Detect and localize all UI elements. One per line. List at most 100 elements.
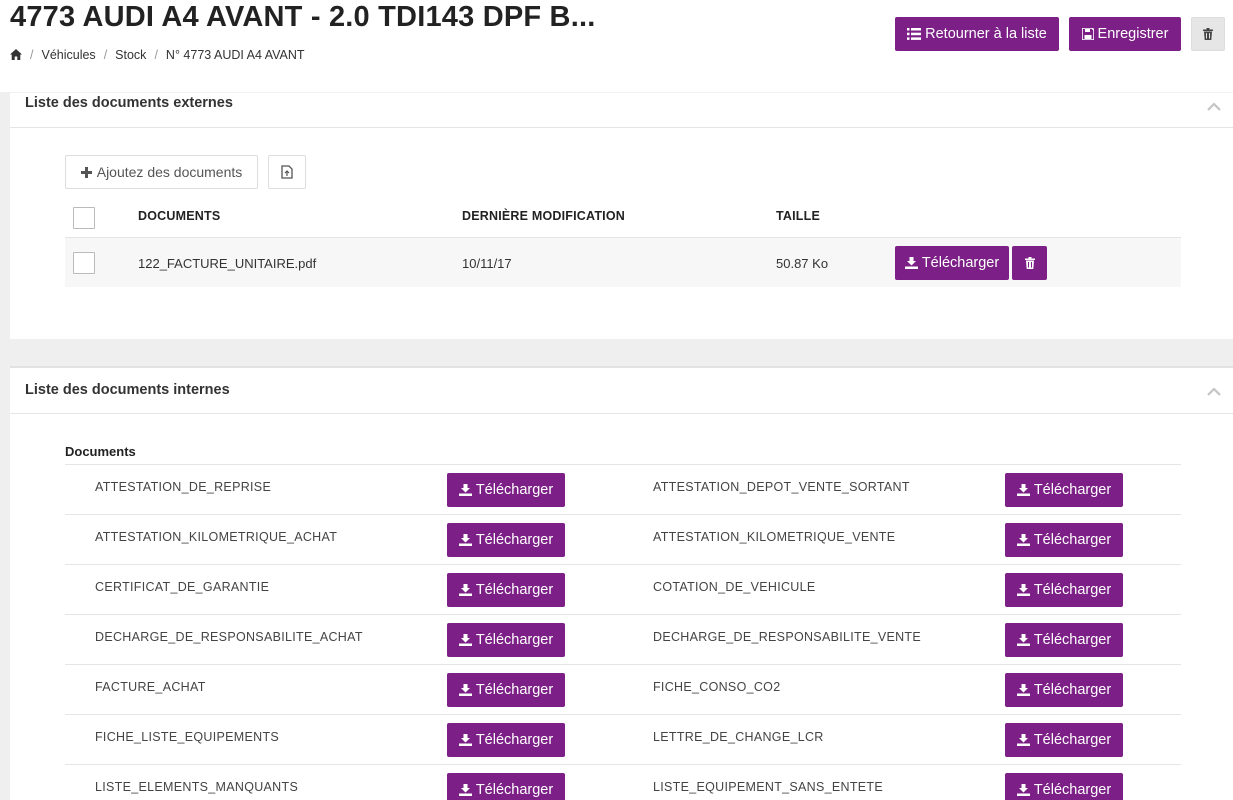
- breadcrumb-separator: /: [30, 48, 34, 62]
- download-button[interactable]: Télécharger: [1005, 673, 1123, 707]
- chevron-up-icon[interactable]: [1207, 102, 1221, 112]
- home-icon[interactable]: [10, 49, 22, 61]
- download-button[interactable]: Télécharger: [1005, 623, 1123, 657]
- page-title: 4773 AUDI A4 AVANT - 2.0 TDI143 DPF B...: [10, 1, 596, 33]
- file-upload-button[interactable]: [268, 155, 306, 189]
- chevron-up-icon[interactable]: [1207, 387, 1221, 397]
- download-label: Télécharger: [475, 582, 554, 598]
- column-header-size: TAILLE: [776, 209, 821, 223]
- list-item: FICHE_LISTE_EQUIPEMENTS Télécharger LETTRE…: [65, 714, 1181, 764]
- document-name: ATTESTATION_KILOMETRIQUE_ACHAT: [95, 530, 338, 544]
- download-icon: [904, 257, 918, 269]
- document-modified: 10/11/17: [462, 256, 512, 271]
- list-item: DECHARGE_DE_RESPONSABILITE_ACHAT Téléchar…: [65, 614, 1181, 664]
- internal-documents-list: ATTESTATION_DE_REPRISE Télécharger ATTESTA…: [65, 464, 1181, 800]
- document-name: LETTRE_DE_CHANGE_LCR: [653, 730, 824, 744]
- delete-document-button[interactable]: [1012, 246, 1047, 280]
- download-button[interactable]: Télécharger: [447, 773, 565, 800]
- download-label: Télécharger: [475, 782, 554, 798]
- document-size: 50.87 Ko: [776, 256, 829, 271]
- download-label: Télécharger: [1033, 582, 1112, 598]
- download-icon: [1016, 484, 1030, 496]
- breadcrumb-separator: /: [154, 48, 158, 62]
- breadcrumb-current: N° 4773 AUDI A4 AVANT: [165, 48, 305, 62]
- trash-icon: [1024, 257, 1035, 269]
- document-name: ATTESTATION_DE_REPRISE: [95, 480, 272, 494]
- download-button[interactable]: Télécharger: [447, 673, 565, 707]
- list-item: CERTIFICAT_DE_GARANTIE Télécharger COTATIO…: [65, 564, 1181, 614]
- list-icon: [907, 28, 922, 40]
- download-label: Télécharger: [475, 532, 554, 548]
- download-icon: [1016, 634, 1030, 646]
- save-button[interactable]: Enregistrer: [1069, 17, 1181, 51]
- download-icon: [1016, 534, 1030, 546]
- download-icon: [1016, 684, 1030, 696]
- download-button[interactable]: Télécharger: [1005, 473, 1123, 507]
- download-label: Télécharger: [1033, 732, 1112, 748]
- document-name: 122_FACTURE_UNITAIRE.pdf: [138, 256, 317, 271]
- plus-icon: [80, 166, 92, 178]
- breadcrumb-vehicules[interactable]: Véhicules: [41, 48, 95, 62]
- download-button[interactable]: Télécharger: [1005, 773, 1123, 800]
- internal-documents-title: Liste des documents internes: [25, 382, 230, 398]
- trash-icon: [1203, 28, 1213, 40]
- download-label: Télécharger: [1033, 532, 1112, 548]
- column-header-modified: DERNIÈRE MODIFICATION: [462, 209, 625, 223]
- add-documents-button[interactable]: Ajoutez des documents: [65, 155, 258, 189]
- documents-section-label: Documents: [65, 444, 136, 459]
- download-icon: [458, 734, 472, 746]
- select-all-checkbox[interactable]: [73, 207, 95, 229]
- breadcrumb-stock[interactable]: Stock: [115, 48, 146, 62]
- column-header-documents: DOCUMENTS: [138, 209, 221, 223]
- breadcrumb: / Véhicules / Stock / N° 4773 AUDI A4 AV…: [10, 48, 305, 62]
- list-item: FACTURE_ACHAT Télécharger FICHE_CONSO_CO2 T…: [65, 664, 1181, 714]
- document-name: DECHARGE_DE_RESPONSABILITE_VENTE: [653, 630, 922, 644]
- download-button[interactable]: Télécharger: [895, 246, 1009, 280]
- external-documents-panel: Liste des documents externes Ajoutez des…: [10, 92, 1233, 339]
- download-label: Télécharger: [921, 255, 1000, 271]
- download-icon: [458, 684, 472, 696]
- delete-vehicle-button[interactable]: [1191, 17, 1225, 51]
- save-label: Enregistrer: [1097, 26, 1169, 42]
- download-button[interactable]: Télécharger: [1005, 523, 1123, 557]
- download-label: Télécharger: [1033, 632, 1112, 648]
- download-button[interactable]: Télécharger: [1005, 723, 1123, 757]
- breadcrumb-separator: /: [103, 48, 108, 62]
- document-name: LISTE_ELEMENTS_MANQUANTS: [95, 780, 299, 794]
- download-label: Télécharger: [475, 682, 554, 698]
- download-icon: [1016, 734, 1030, 746]
- download-button[interactable]: Télécharger: [447, 623, 565, 657]
- file-upload-icon: [281, 165, 293, 179]
- download-label: Télécharger: [475, 482, 554, 498]
- document-name: CERTIFICAT_DE_GARANTIE: [95, 580, 270, 594]
- download-icon: [458, 534, 472, 546]
- download-icon: [1016, 784, 1030, 796]
- back-to-list-label: Retourner à la liste: [925, 26, 1047, 42]
- external-documents-title: Liste des documents externes: [25, 95, 233, 111]
- download-button[interactable]: Télécharger: [447, 523, 565, 557]
- list-item: ATTESTATION_DE_REPRISE Télécharger ATTESTA…: [65, 464, 1181, 514]
- download-button[interactable]: Télécharger: [447, 573, 565, 607]
- save-icon: [1081, 28, 1094, 40]
- download-button[interactable]: Télécharger: [447, 723, 565, 757]
- external-documents-header[interactable]: Liste des documents externes: [10, 93, 1233, 128]
- back-to-list-button[interactable]: Retourner à la liste: [895, 17, 1059, 51]
- document-name: COTATION_DE_VEHICULE: [653, 580, 816, 594]
- page-header: 4773 AUDI A4 AVANT - 2.0 TDI143 DPF B...…: [0, 0, 1233, 92]
- document-name: ATTESTATION_KILOMETRIQUE_VENTE: [653, 530, 896, 544]
- document-name: LISTE_EQUIPEMENT_SANS_ENTETE: [653, 780, 883, 794]
- document-name: FICHE_CONSO_CO2: [653, 680, 781, 694]
- download-icon: [458, 784, 472, 796]
- table-row: 122_FACTURE_UNITAIRE.pdf 10/11/17 50.87 …: [65, 237, 1181, 287]
- row-checkbox[interactable]: [73, 252, 95, 274]
- download-label: Télécharger: [1033, 682, 1112, 698]
- download-label: Télécharger: [475, 732, 554, 748]
- download-button[interactable]: Télécharger: [447, 473, 565, 507]
- download-button[interactable]: Télécharger: [1005, 573, 1123, 607]
- document-name: FACTURE_ACHAT: [95, 680, 206, 694]
- download-icon: [458, 634, 472, 646]
- internal-documents-header[interactable]: Liste des documents internes: [10, 368, 1233, 414]
- internal-documents-panel: Liste des documents internes Documents A…: [10, 366, 1233, 800]
- document-name: ATTESTATION_DEPOT_VENTE_SORTANT: [653, 480, 910, 494]
- document-name: FICHE_LISTE_EQUIPEMENTS: [95, 730, 280, 744]
